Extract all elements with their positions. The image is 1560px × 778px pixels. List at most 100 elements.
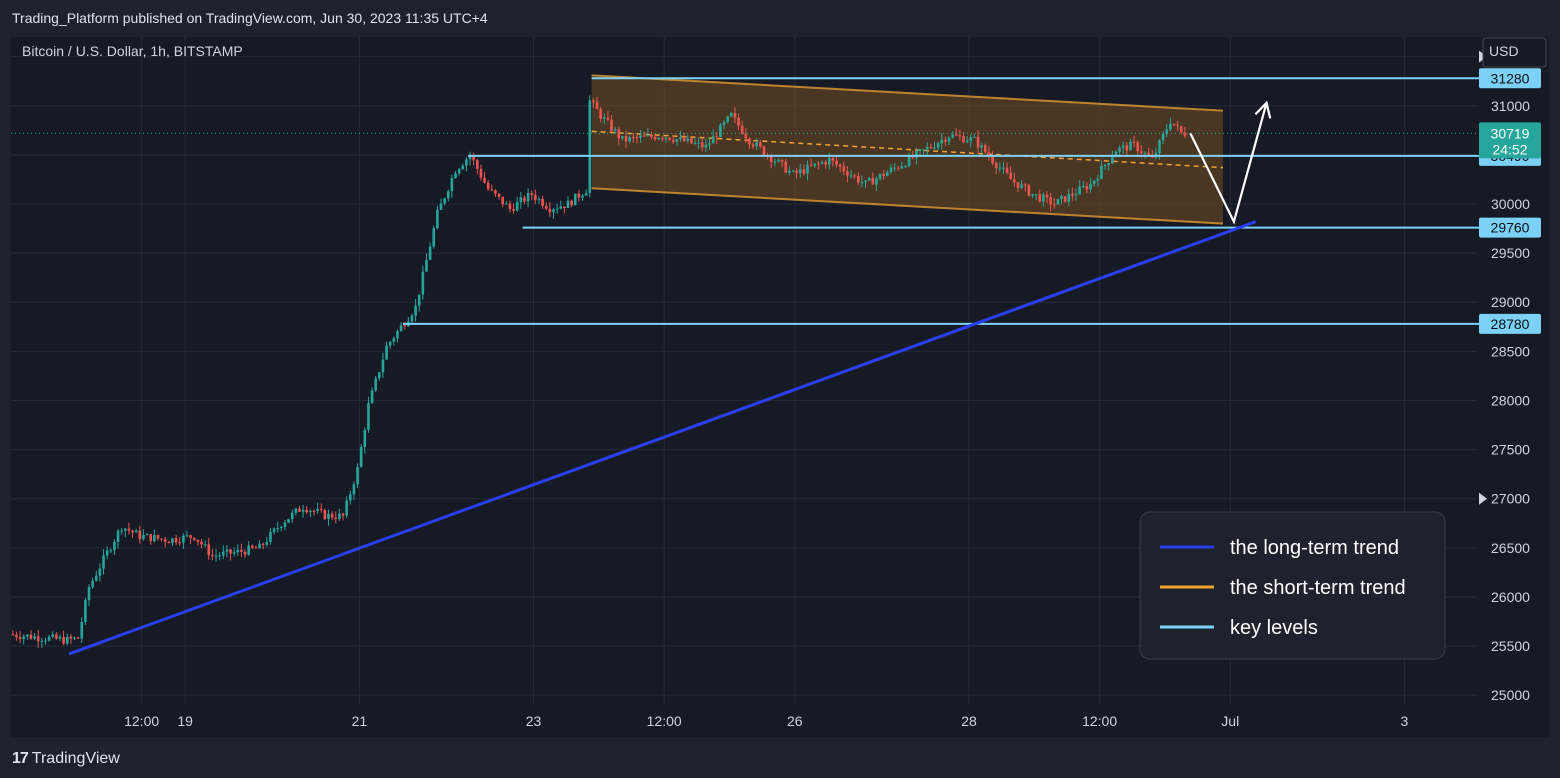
candle-body xyxy=(1038,194,1042,202)
candle-body xyxy=(900,166,904,169)
candle-body xyxy=(592,100,595,102)
candle-body xyxy=(994,162,998,168)
candle-body xyxy=(1129,141,1132,151)
candle-body xyxy=(791,170,795,172)
candle-body xyxy=(588,100,592,193)
candle-body xyxy=(341,513,345,516)
price-chart[interactable]: 12:00 19 21 23 12:00 26 28 12:00 Jul 3 25000 25500… xyxy=(11,37,1549,737)
candle-body xyxy=(962,136,965,143)
candle-body xyxy=(1056,198,1060,205)
candle-body xyxy=(838,164,842,167)
candle-body xyxy=(138,530,142,540)
axis-marker-icon xyxy=(1479,492,1487,505)
candle-body xyxy=(813,163,817,166)
x-tick-label: 23 xyxy=(526,713,542,729)
symbol-title: Bitcoin / U.S. Dollar, 1h, BITSTAMP xyxy=(22,43,243,59)
candle-body xyxy=(1071,193,1074,196)
candle-body xyxy=(976,136,980,148)
candle-body xyxy=(160,538,163,540)
candle-body xyxy=(679,137,682,140)
candle-body xyxy=(33,636,36,639)
candle-body xyxy=(552,209,555,213)
candle-body xyxy=(392,338,396,342)
candle-body xyxy=(182,535,185,543)
x-tick-label: Jul xyxy=(1221,713,1239,729)
candle-body xyxy=(1074,194,1078,196)
candle-body xyxy=(1060,196,1063,199)
candle-body xyxy=(319,509,323,511)
candle-body xyxy=(1103,165,1107,167)
candle-body xyxy=(167,541,171,544)
candle-body xyxy=(363,429,367,447)
candle-body xyxy=(1179,126,1183,133)
candle-body xyxy=(276,528,280,530)
candle-body xyxy=(432,228,436,247)
candle-body xyxy=(55,634,58,639)
candle-body xyxy=(965,140,969,143)
candle-body xyxy=(102,555,105,569)
candle-body xyxy=(254,547,258,549)
candle-body xyxy=(174,538,178,543)
candle-body xyxy=(443,198,446,204)
candle-body xyxy=(559,206,563,209)
candle-body xyxy=(904,166,907,168)
candle-body xyxy=(737,117,740,126)
candle-body xyxy=(1089,183,1092,190)
candle-body xyxy=(534,194,537,200)
long-term-trend[interactable] xyxy=(68,220,1257,656)
candle-body xyxy=(882,173,886,176)
candle-body xyxy=(134,530,138,533)
key-level-value: 29760 xyxy=(1491,220,1530,236)
candle-body xyxy=(417,294,421,306)
candle-body xyxy=(661,137,664,139)
currency-button[interactable]: USD xyxy=(1482,37,1547,68)
candle-body xyxy=(94,575,98,581)
key-level-value: 28780 xyxy=(1491,316,1530,332)
candle-body xyxy=(584,192,588,196)
candle-body xyxy=(338,513,341,520)
candle-body xyxy=(700,142,704,148)
y-tick-label: 30000 xyxy=(1491,196,1530,212)
legend-label-short: the short-term trend xyxy=(1230,577,1406,599)
candle-body xyxy=(751,144,755,147)
chart-area[interactable]: 12:00 19 21 23 12:00 26 28 12:00 Jul 3 25000 25500… xyxy=(11,37,1549,737)
candle-body xyxy=(298,508,301,512)
short-term-channel[interactable] xyxy=(591,74,1224,225)
candle-body xyxy=(1085,186,1089,190)
candle-body xyxy=(621,136,624,139)
candle-body xyxy=(153,535,156,542)
candle-body xyxy=(613,129,617,131)
candle-body xyxy=(933,147,936,149)
x-tick-label: 28 xyxy=(961,713,977,729)
candle-body xyxy=(875,178,878,185)
candle-body xyxy=(149,534,153,542)
candle-body xyxy=(1092,180,1096,184)
candle-body xyxy=(247,545,250,555)
candle-body xyxy=(795,170,798,173)
candle-body xyxy=(36,636,40,642)
candle-body xyxy=(497,193,501,197)
candle-body xyxy=(573,193,577,206)
candle-body xyxy=(842,166,846,172)
candle-body xyxy=(1161,133,1165,141)
candle-body xyxy=(272,528,276,532)
candle-body xyxy=(635,137,639,139)
candle-body xyxy=(457,169,461,174)
candle-body xyxy=(1140,151,1143,154)
candle-body xyxy=(290,512,294,520)
candle-body xyxy=(26,634,29,637)
candle-body xyxy=(283,522,287,527)
candle-body xyxy=(896,167,900,169)
candle-body xyxy=(871,178,875,185)
candle-body xyxy=(642,135,646,137)
candle-body xyxy=(817,163,820,165)
candle-body xyxy=(192,537,196,540)
candle-body xyxy=(1176,124,1179,127)
candle-body xyxy=(853,175,856,177)
publish-line: Trading_Platform published on TradingVie… xyxy=(12,10,488,26)
candle-body xyxy=(784,161,788,173)
candle-body xyxy=(251,545,254,548)
candle-body xyxy=(356,467,359,485)
candle-body xyxy=(323,509,327,520)
candle-body xyxy=(893,167,896,169)
